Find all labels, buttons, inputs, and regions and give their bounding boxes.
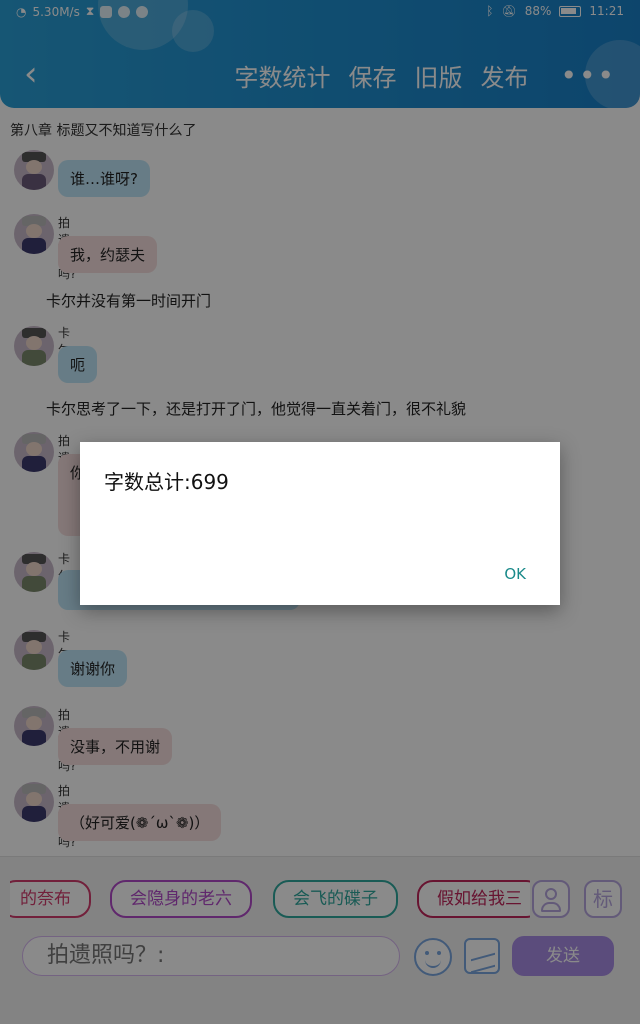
dialog-title: 字数总计:699: [104, 470, 229, 494]
word-count-dialog: 字数总计:699 OK: [80, 442, 560, 605]
ok-button[interactable]: OK: [504, 565, 526, 583]
